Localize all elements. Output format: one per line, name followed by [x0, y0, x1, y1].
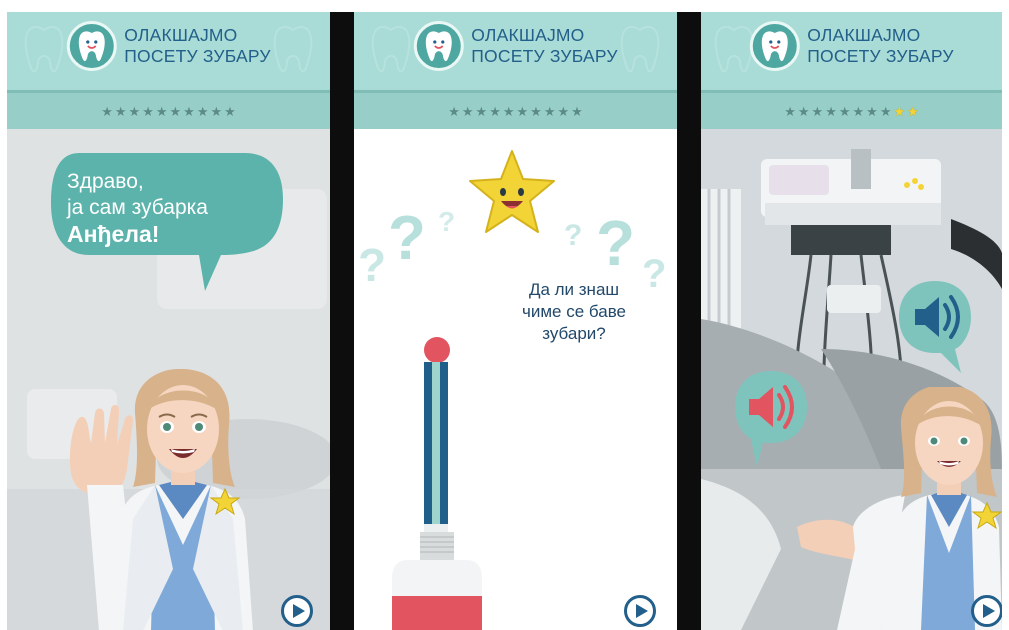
progress-star-empty: ★ — [530, 103, 542, 119]
tooth-icon — [413, 21, 464, 71]
progress-star-empty: ★ — [448, 103, 460, 119]
app-title: ОЛАКШАЈМО ПОСЕТУ ЗУБАРУ — [124, 25, 270, 67]
app-header: ОЛАКШАЈМО ПОСЕТУ ЗУБАРУ — [701, 12, 1002, 90]
progress-star-earned: ★ — [907, 103, 919, 119]
app-logo: ОЛАКШАЈМО ПОСЕТУ ЗУБАРУ — [413, 21, 618, 71]
app-title: ОЛАКШАЈМО ПОСЕТУ ЗУБАРУ — [471, 25, 617, 67]
progress-star-empty: ★ — [797, 103, 810, 119]
progress-star-empty: ★ — [142, 103, 154, 119]
svg-text:?: ? — [642, 252, 666, 289]
app-title-line1: ОЛАКШАЈМО — [124, 25, 238, 45]
svg-text:?: ? — [564, 219, 582, 252]
page-edge — [1002, 12, 1009, 630]
app-title-line1: ОЛАКШАЈМО — [807, 25, 921, 45]
speaker-icon — [899, 281, 971, 373]
question-line3: зубари? — [542, 324, 606, 343]
scene-question: ? ? ? ? ? ? Да ли знаш чиме се баве зуба… — [354, 129, 677, 630]
progress-star-empty: ★ — [183, 103, 195, 119]
play-icon — [292, 604, 305, 618]
progress-star-empty: ★ — [196, 103, 209, 119]
tooth-pattern-icon — [371, 25, 411, 73]
progress-star-empty: ★ — [210, 103, 223, 119]
tooth-pattern-icon — [273, 25, 313, 73]
svg-text:?: ? — [388, 204, 426, 273]
progress-star-empty: ★ — [571, 103, 583, 119]
question-text: Да ли знаш чиме се баве зубари? — [506, 279, 642, 345]
scene-dental-office: Здраво, ја сам зубарка Анђела! — [7, 129, 330, 630]
speech-name: Анђела! — [67, 221, 160, 247]
app-title-line2: ПОСЕТУ ЗУБАРУ — [124, 46, 271, 66]
progress-star-empty: ★ — [475, 103, 488, 119]
play-icon — [982, 604, 995, 618]
tooth-pattern-icon — [620, 25, 660, 73]
progress-star-empty: ★ — [866, 103, 878, 119]
tooth-icon — [749, 21, 800, 71]
progress-star-empty: ★ — [114, 103, 127, 119]
question-line2: чиме се баве — [522, 302, 626, 321]
progress-star-empty: ★ — [811, 103, 824, 119]
divider — [330, 12, 354, 630]
dentist-character — [69, 369, 253, 630]
speech-text: Здраво, ја сам зубарка Анђела! — [67, 169, 277, 247]
app-title-line2: ПОСЕТУ ЗУБАРУ — [471, 46, 618, 66]
play-button[interactable] — [624, 595, 656, 627]
svg-text:?: ? — [358, 239, 386, 289]
question-line1: Да ли знаш — [528, 280, 620, 299]
progress-star-empty: ★ — [784, 103, 796, 119]
toothpaste-tube-illustration — [392, 337, 482, 630]
progress-star-empty: ★ — [557, 103, 570, 119]
progress-star-empty: ★ — [825, 103, 837, 119]
svg-text:?: ? — [438, 206, 455, 237]
sound-button[interactable] — [897, 279, 973, 380]
dentist-character — [797, 387, 1002, 630]
screen-question: ОЛАКШАЈМО ПОСЕТУ ЗУБАРУ ★ ★ ★ ★ ★ ★ ★ ★ ★ ★ ? ? ?… — [354, 12, 677, 630]
progress-star-empty: ★ — [461, 103, 474, 119]
app-logo: ОЛАКШАЈМО ПОСЕТУ ЗУБАРУ — [66, 21, 271, 71]
progress-star-empty: ★ — [852, 103, 865, 119]
app-title: ОЛАКШАЈМО ПОСЕТУ ЗУБАРУ — [807, 25, 953, 67]
play-icon — [635, 604, 648, 618]
svg-text:?: ? — [596, 207, 635, 279]
progress-star-empty: ★ — [169, 103, 182, 119]
app-header: ОЛАКШАЈМО ПОСЕТУ ЗУБАРУ — [7, 12, 330, 90]
progress-star-empty: ★ — [128, 103, 141, 119]
progress-star-empty: ★ — [224, 103, 236, 119]
progress-star-empty: ★ — [489, 103, 501, 119]
progress-star-empty: ★ — [502, 103, 515, 119]
progress-stars: ★ ★ ★ ★ ★ ★ ★ ★ ★ ★ — [7, 90, 330, 129]
progress-star-empty: ★ — [101, 103, 113, 119]
play-button[interactable] — [281, 595, 313, 627]
speech-line2: ја сам зубарка — [67, 196, 208, 219]
scene-dental-chair — [701, 129, 1002, 630]
progress-star-empty: ★ — [838, 103, 851, 119]
progress-star-empty: ★ — [155, 103, 168, 119]
progress-star-empty: ★ — [879, 103, 892, 119]
smiling-star-icon — [469, 150, 555, 233]
progress-star-empty: ★ — [516, 103, 529, 119]
progress-star-empty: ★ — [543, 103, 556, 119]
screen-intro: ОЛАКШАЈМО ПОСЕТУ ЗУБАРУ ★ ★ ★ ★ ★ ★ ★ ★ ★ ★ Здрав… — [7, 12, 330, 630]
screenshot-gallery: ОЛАКШАЈМО ПОСЕТУ ЗУБАРУ ★ ★ ★ ★ ★ ★ ★ ★ ★ ★ Здрав… — [0, 0, 1009, 630]
app-logo: ОЛАКШАЈМО ПОСЕТУ ЗУБАРУ — [749, 21, 954, 71]
progress-star-earned: ★ — [893, 103, 906, 119]
app-header: ОЛАКШАЈМО ПОСЕТУ ЗУБАРУ — [354, 12, 677, 90]
app-title-line1: ОЛАКШАЈМО — [471, 25, 585, 45]
tooth-icon — [66, 21, 117, 71]
play-button[interactable] — [971, 595, 1002, 627]
progress-stars: ★ ★ ★ ★ ★ ★ ★ ★ ★ ★ — [354, 90, 677, 129]
progress-stars: ★ ★ ★ ★ ★ ★ ★ ★ ★ ★ — [701, 90, 1002, 129]
screen-dental-chair: ОЛАКШАЈМО ПОСЕТУ ЗУБАРУ ★ ★ ★ ★ ★ ★ ★ ★ ★ ★ — [701, 12, 1002, 630]
speech-line1: Здраво, — [67, 170, 144, 193]
divider — [677, 12, 701, 630]
tooth-pattern-icon — [24, 25, 64, 73]
app-title-line2: ПОСЕТУ ЗУБАРУ — [807, 46, 954, 66]
